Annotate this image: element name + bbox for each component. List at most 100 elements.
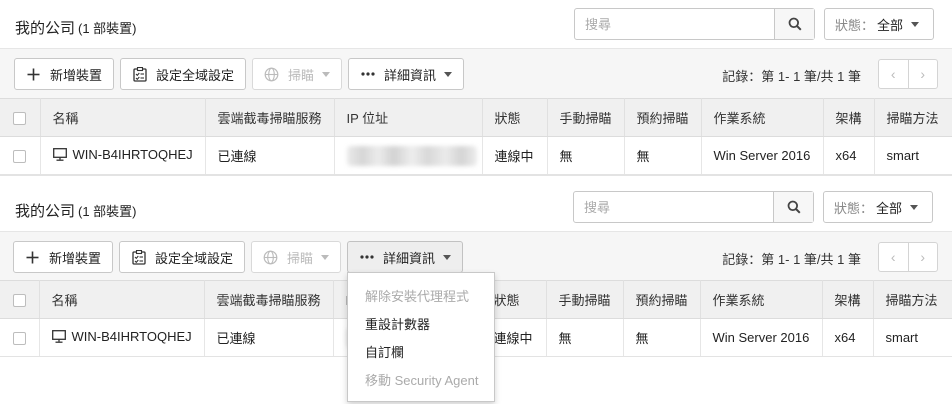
search-icon bbox=[788, 17, 802, 31]
chevron-down-icon bbox=[444, 71, 452, 77]
pager: ‹ › bbox=[878, 242, 938, 272]
chevron-down-icon bbox=[911, 21, 920, 27]
details-button[interactable]: 詳細資訊 bbox=[347, 241, 463, 273]
menu-item-uninstall-agent[interactable]: 解除安裝代理程式 bbox=[348, 283, 494, 311]
scheduled-scan-cell: 無 bbox=[623, 318, 701, 357]
endpoint-name: WIN-B4IHRTOQHEJ bbox=[72, 147, 193, 162]
status-filter-value: 全部 bbox=[877, 17, 904, 33]
prev-page-button[interactable]: ‹ bbox=[879, 60, 908, 88]
record-count: 記錄：第 1- 1 筆/共 1 筆 bbox=[722, 69, 861, 84]
record-count: 記錄：第 1- 1 筆/共 1 筆 bbox=[722, 252, 861, 267]
search-button[interactable] bbox=[774, 9, 814, 39]
manual-scan-cell: 無 bbox=[546, 318, 624, 357]
globe-icon bbox=[264, 66, 280, 82]
column-header-cloud-service[interactable]: 雲端截毒掃瞄服務 bbox=[204, 280, 334, 319]
device-count: (1 部裝置) bbox=[78, 21, 137, 36]
more-dots-icon bbox=[359, 249, 375, 265]
column-header-scan-method[interactable]: 掃瞄方法 bbox=[873, 280, 952, 319]
add-device-button[interactable]: 新增裝置 bbox=[13, 241, 113, 273]
chevron-down-icon bbox=[443, 254, 451, 260]
column-header-arch[interactable]: 架構 bbox=[822, 280, 874, 319]
panel-header: 我的公司(1 部裝置) 狀態：全部 bbox=[0, 183, 952, 231]
device-table: 名稱 雲端截毒掃瞄服務 IP 位址 狀態 手動掃瞄 預約掃瞄 作業系統 架構 掃… bbox=[0, 98, 952, 175]
column-header-cloud-service[interactable]: 雲端截毒掃瞄服務 bbox=[205, 98, 335, 137]
select-all-checkbox[interactable] bbox=[13, 294, 26, 308]
details-dropdown-menu: 解除安裝代理程式 重設計數器 自訂欄 移動 Security Agent bbox=[347, 272, 495, 402]
menu-item-move-security-agent[interactable]: 移動 Security Agent bbox=[348, 367, 494, 395]
column-header-manual-scan[interactable]: 手動掃瞄 bbox=[546, 280, 624, 319]
device-panel-default: 我的公司(1 部裝置) 狀態：全部 新增裝置 設定全域設定 掃瞄 詳細資訊 bbox=[0, 0, 952, 176]
global-settings-button[interactable]: 設定全域設定 bbox=[119, 241, 245, 273]
select-all-cell bbox=[0, 98, 41, 137]
endpoint-name-cell: WIN-B4IHRTOQHEJ bbox=[39, 318, 205, 357]
column-header-os[interactable]: 作業系統 bbox=[700, 280, 823, 319]
page-title: 我的公司 (1 部裝置) bbox=[15, 200, 137, 221]
select-all-cell bbox=[0, 280, 40, 319]
select-all-checkbox[interactable] bbox=[13, 112, 26, 126]
column-header-scheduled-scan[interactable]: 預約掃瞄 bbox=[624, 98, 702, 137]
menu-item-reset-counters[interactable]: 重設計數器 bbox=[348, 311, 494, 339]
scan-method-cell: smart bbox=[874, 136, 952, 175]
checklist-icon bbox=[132, 66, 148, 82]
plus-icon bbox=[25, 249, 41, 265]
column-header-os[interactable]: 作業系統 bbox=[701, 98, 824, 137]
column-header-scan-method[interactable]: 掃瞄方法 bbox=[874, 98, 952, 137]
scan-label: 掃瞄 bbox=[286, 250, 313, 266]
column-header-ip[interactable]: IP 位址 bbox=[334, 98, 483, 137]
pager: ‹ › bbox=[878, 59, 938, 89]
menu-item-customize-columns[interactable]: 自訂欄 bbox=[348, 339, 494, 367]
more-dots-icon bbox=[360, 66, 376, 82]
global-settings-label: 設定全域設定 bbox=[154, 250, 233, 266]
company-title: 我的公司 bbox=[15, 203, 76, 220]
toolbar: 新增裝置 設定全域設定 掃瞄 詳細資訊 記錄：第 1- 1 筆/共 1 筆 ‹ … bbox=[0, 48, 952, 98]
details-button[interactable]: 詳細資訊 bbox=[348, 58, 464, 90]
search-box bbox=[573, 191, 814, 223]
next-page-button[interactable]: › bbox=[907, 60, 938, 88]
global-settings-button[interactable]: 設定全域設定 bbox=[120, 58, 246, 90]
page-title: 我的公司 (1 部裝置) bbox=[15, 17, 137, 38]
status-filter-label: 狀態： bbox=[835, 17, 875, 33]
search-box bbox=[574, 8, 815, 40]
os-cell: Win Server 2016 bbox=[701, 136, 824, 175]
table-header-row: 名稱 雲端截毒掃瞄服務 IP 位址 狀態 手動掃瞄 預約掃瞄 作業系統 架構 掃… bbox=[0, 98, 952, 137]
ip-address-redacted bbox=[346, 145, 477, 166]
details-label: 詳細資訊 bbox=[383, 67, 436, 83]
arch-cell: x64 bbox=[823, 136, 875, 175]
prev-page-button[interactable]: ‹ bbox=[879, 243, 908, 271]
column-header-name[interactable]: 名稱 bbox=[40, 98, 206, 137]
column-header-status[interactable]: 狀態 bbox=[482, 98, 548, 137]
status-cell: 連線中 bbox=[482, 136, 548, 175]
endpoint-link[interactable]: WIN-B4IHRTOQHEJ bbox=[52, 147, 193, 162]
scan-button[interactable]: 掃瞄 bbox=[251, 241, 341, 273]
scan-button[interactable]: 掃瞄 bbox=[252, 58, 342, 90]
status-filter-value: 全部 bbox=[876, 200, 903, 216]
row-select-cell bbox=[0, 318, 40, 357]
table-row[interactable]: WIN-B4IHRTOQHEJ 已連線 連線中 無 無 Win Server 2… bbox=[0, 136, 952, 175]
chevron-down-icon bbox=[322, 71, 330, 77]
column-header-manual-scan[interactable]: 手動掃瞄 bbox=[547, 98, 625, 137]
plus-icon bbox=[26, 66, 42, 82]
row-checkbox[interactable] bbox=[13, 150, 26, 164]
column-header-name[interactable]: 名稱 bbox=[39, 280, 205, 319]
scheduled-scan-cell: 無 bbox=[624, 136, 702, 175]
add-device-button[interactable]: 新增裝置 bbox=[14, 58, 114, 90]
manual-scan-cell: 無 bbox=[547, 136, 625, 175]
status-filter-dropdown[interactable]: 狀態： 全部 bbox=[824, 8, 934, 40]
row-checkbox[interactable] bbox=[13, 332, 26, 346]
search-input[interactable] bbox=[574, 192, 773, 222]
os-cell: Win Server 2016 bbox=[700, 318, 823, 357]
ip-cell bbox=[334, 136, 483, 175]
add-device-label: 新增裝置 bbox=[49, 67, 102, 83]
search-button[interactable] bbox=[773, 192, 813, 222]
status-filter-dropdown[interactable]: 狀態： 全部 bbox=[823, 191, 933, 223]
endpoint-link[interactable]: WIN-B4IHRTOQHEJ bbox=[51, 329, 192, 344]
arch-cell: x64 bbox=[822, 318, 874, 357]
monitor-icon bbox=[52, 148, 67, 161]
next-page-button[interactable]: › bbox=[907, 243, 938, 271]
monitor-icon bbox=[51, 330, 66, 343]
column-header-arch[interactable]: 架構 bbox=[823, 98, 875, 137]
chevron-down-icon bbox=[910, 204, 919, 210]
search-input[interactable] bbox=[575, 9, 774, 39]
column-header-scheduled-scan[interactable]: 預約掃瞄 bbox=[623, 280, 701, 319]
cloud-service-cell: 已連線 bbox=[205, 136, 335, 175]
